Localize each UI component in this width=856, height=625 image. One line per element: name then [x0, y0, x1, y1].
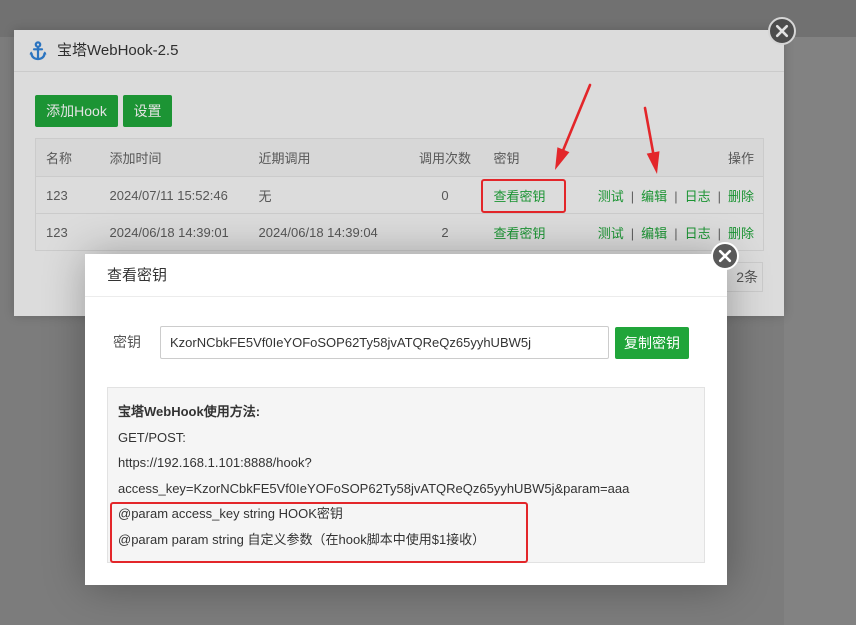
- header-added-time: 添加时间: [99, 138, 249, 177]
- key-input[interactable]: [160, 326, 609, 359]
- page-backdrop: [784, 37, 856, 625]
- edit-link[interactable]: 编辑: [641, 189, 667, 204]
- view-key-modal: 查看密钥 密钥 复制密钥 宝塔WebHook使用方法: GET/POST: ht…: [85, 254, 727, 585]
- cell-call-count: 0: [406, 176, 484, 214]
- table-row: 123 2024/07/11 15:52:46 无 0 查看密钥 测试 | 编辑 | 日…: [35, 176, 764, 214]
- header-key: 密钥: [483, 138, 585, 177]
- cell-recent-call: 2024/06/18 14:39:04: [248, 213, 407, 251]
- delete-link[interactable]: 删除: [728, 226, 754, 241]
- cell-added-time: 2024/06/18 14:39:01: [99, 213, 249, 251]
- usage-heading: 宝塔WebHook使用方法:: [118, 404, 261, 419]
- header-actions: 操作: [584, 138, 764, 177]
- table-row: 123 2024/06/18 14:39:01 2024/06/18 14:39…: [35, 213, 764, 251]
- settings-button[interactable]: 设置: [123, 95, 172, 127]
- delete-link[interactable]: 删除: [728, 189, 754, 204]
- usage-line: @param access_key string HOOK密钥: [118, 506, 343, 522]
- cell-name: 123: [35, 213, 100, 251]
- action-separator: |: [674, 225, 678, 241]
- log-link[interactable]: 日志: [685, 226, 711, 241]
- cell-key: 查看密钥: [483, 213, 585, 251]
- dialog-title: 宝塔WebHook-2.5: [57, 42, 179, 59]
- log-link[interactable]: 日志: [685, 189, 711, 204]
- view-key-link[interactable]: 查看密钥: [494, 226, 546, 241]
- copy-key-button[interactable]: 复制密钥: [615, 327, 689, 359]
- actions-cell: 测试 | 编辑 | 日志 | 删除: [584, 176, 764, 214]
- test-link[interactable]: 测试: [598, 189, 624, 204]
- usage-box: 宝塔WebHook使用方法: GET/POST: https://192.168…: [107, 387, 705, 563]
- webhook-table: 名称 添加时间 近期调用 调用次数 密钥 操作 123 2024/07/11 1…: [35, 138, 764, 251]
- dialog-title-bar: 宝塔WebHook-2.5: [14, 30, 784, 72]
- action-separator: |: [674, 188, 678, 204]
- header-recent-call: 近期调用: [248, 138, 407, 177]
- add-hook-button[interactable]: 添加Hook: [35, 95, 118, 127]
- key-label: 密钥: [113, 334, 141, 350]
- anchor-icon: [29, 41, 47, 61]
- cell-key: 查看密钥: [483, 176, 585, 214]
- action-separator: |: [717, 225, 721, 241]
- cell-recent-call: 无: [248, 176, 407, 214]
- dialog-close-button[interactable]: [767, 16, 797, 46]
- cell-added-time: 2024/07/11 15:52:46: [99, 176, 249, 214]
- view-key-link[interactable]: 查看密钥: [494, 189, 546, 204]
- usage-line: GET/POST:: [118, 429, 186, 445]
- action-separator: |: [717, 188, 721, 204]
- table-header: 名称 添加时间 近期调用 调用次数 密钥 操作: [35, 138, 764, 177]
- usage-line: access_key=KzorNCbkFE5Vf0IeYOFoSOP62Ty58…: [118, 480, 630, 496]
- cell-name: 123: [35, 176, 100, 214]
- modal-title: 查看密钥: [85, 254, 727, 297]
- header-call-count: 调用次数: [406, 138, 484, 177]
- usage-line: @param param string 自定义参数（在hook脚本中使用$1接收…: [118, 531, 486, 547]
- action-separator: |: [630, 225, 635, 241]
- header-name: 名称: [35, 138, 100, 177]
- modal-close-button[interactable]: [710, 241, 740, 271]
- close-icon: [711, 242, 739, 270]
- test-link[interactable]: 测试: [598, 226, 624, 241]
- cell-call-count: 2: [406, 213, 484, 251]
- usage-line: https://192.168.1.101:8888/hook?: [118, 455, 312, 471]
- close-icon: [768, 17, 796, 45]
- action-separator: |: [630, 188, 635, 204]
- edit-link[interactable]: 编辑: [641, 226, 667, 241]
